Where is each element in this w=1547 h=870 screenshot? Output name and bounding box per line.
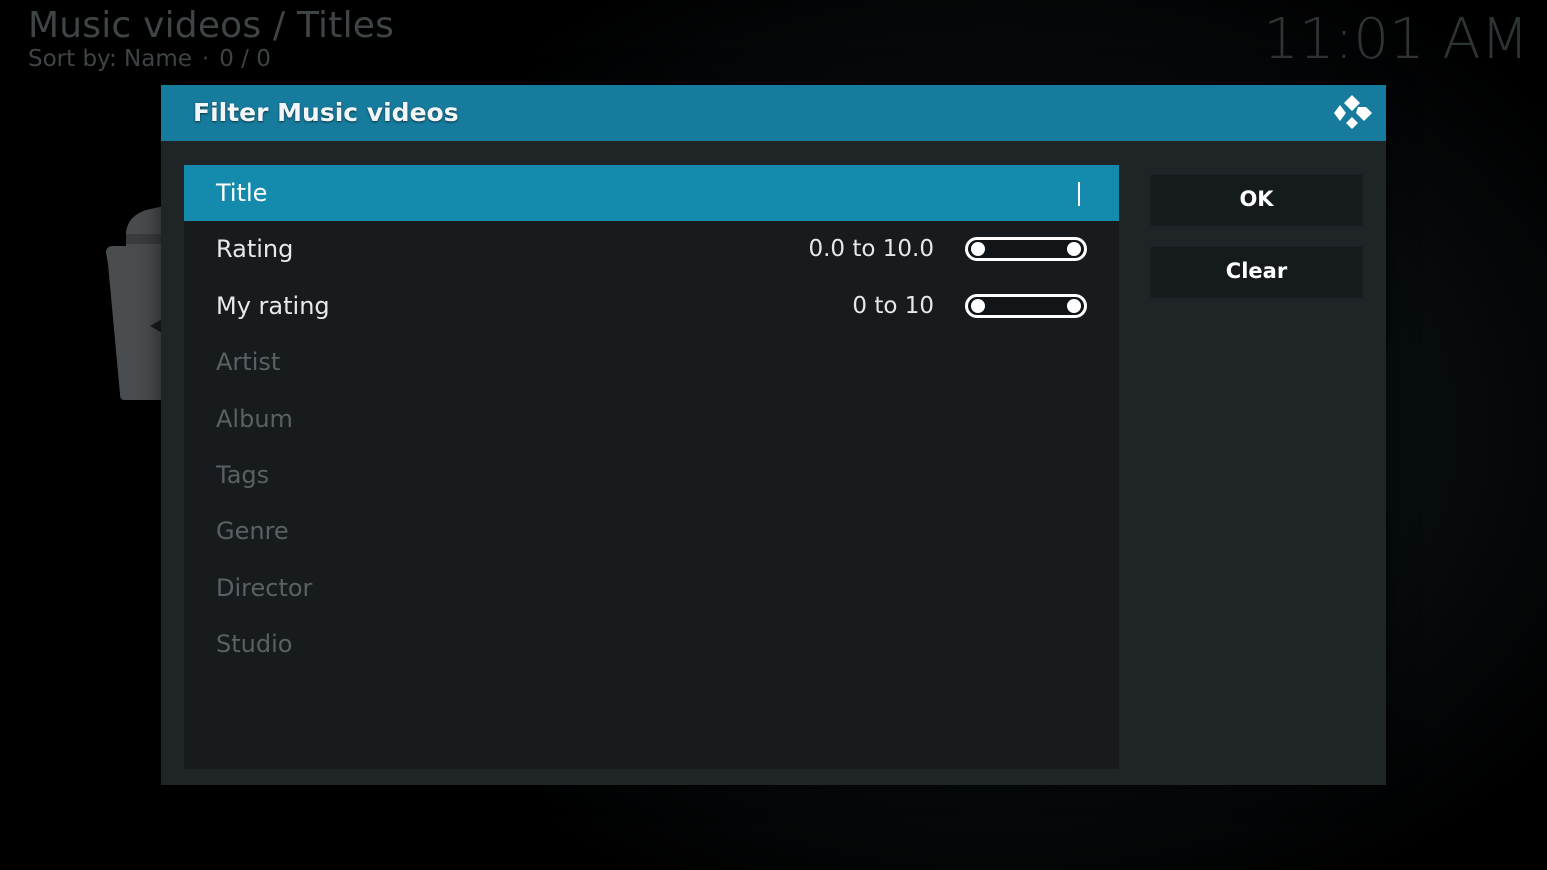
dialog-header: Filter Music videos [161, 85, 1386, 141]
filter-label-my-rating: My rating [216, 292, 330, 320]
background-sort-info: Sort by: Name · 0 / 0 [28, 45, 394, 73]
rating-range-value: 0.0 to 10.0 [808, 236, 934, 262]
filter-label-genre: Genre [216, 517, 289, 545]
filter-row-artist[interactable]: Artist [184, 334, 1119, 390]
filter-row-title[interactable]: Title [184, 165, 1119, 221]
filter-row-director[interactable]: Director [184, 560, 1119, 616]
filter-label-album: Album [216, 405, 293, 433]
filter-row-album[interactable]: Album [184, 391, 1119, 447]
background-header: Music videos / Titles Sort by: Name · 0 / … [28, 6, 394, 73]
text-cursor [1078, 182, 1080, 206]
filter-list: Title Rating 0.0 to 10.0 My rating 0 to … [184, 165, 1119, 769]
rating-min-knob[interactable] [971, 242, 985, 256]
clear-button[interactable]: Clear [1151, 247, 1362, 296]
filter-row-studio[interactable]: Studio [184, 616, 1119, 672]
my-rating-max-knob[interactable] [1067, 299, 1081, 313]
filter-row-tags[interactable]: Tags [184, 447, 1119, 503]
filter-label-tags: Tags [216, 461, 270, 489]
filter-label-rating: Rating [216, 235, 294, 263]
kodi-logo-icon [1334, 95, 1372, 129]
clock: 11:01 AM [1263, 7, 1529, 72]
sort-label: Sort by: Name [28, 46, 192, 72]
filter-label-title: Title [216, 179, 268, 207]
filter-label-studio: Studio [216, 630, 293, 658]
filter-row-my-rating[interactable]: My rating 0 to 10 [184, 278, 1119, 334]
my-rating-range-value: 0 to 10 [852, 293, 934, 319]
separator-dot: · [201, 46, 210, 72]
filter-dialog: Filter Music videos Title Rating 0.0 to … [161, 85, 1386, 785]
my-rating-range-slider[interactable] [965, 294, 1087, 318]
empty-library-icon [106, 206, 164, 400]
rating-max-knob[interactable] [1067, 242, 1081, 256]
background-page-title: Music videos / Titles [28, 5, 395, 46]
item-count: 0 / 0 [219, 46, 271, 72]
ok-button[interactable]: OK [1151, 175, 1362, 224]
rating-range-slider[interactable] [965, 237, 1087, 261]
filter-label-director: Director [216, 574, 313, 602]
my-rating-min-knob[interactable] [971, 299, 985, 313]
filter-row-genre[interactable]: Genre [184, 503, 1119, 559]
dialog-title: Filter Music videos [193, 98, 459, 127]
filter-row-rating[interactable]: Rating 0.0 to 10.0 [184, 221, 1119, 277]
filter-label-artist: Artist [216, 348, 281, 376]
